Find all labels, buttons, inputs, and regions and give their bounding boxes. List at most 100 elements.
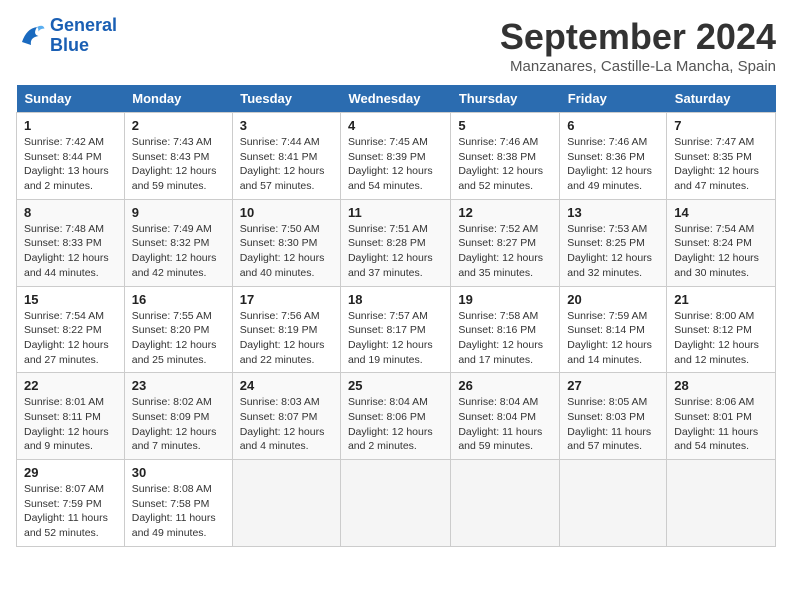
day-number: 12 [458,205,552,220]
header-cell-wednesday: Wednesday [340,85,450,113]
header-cell-thursday: Thursday [451,85,560,113]
day-number: 5 [458,118,552,133]
day-info: Sunrise: 7:54 AM Sunset: 8:22 PM Dayligh… [24,309,117,368]
calendar-cell: 10 Sunrise: 7:50 AM Sunset: 8:30 PM Dayli… [232,199,340,286]
calendar-cell: 7 Sunrise: 7:47 AM Sunset: 8:35 PM Daylig… [667,113,776,200]
calendar-subtitle: Manzanares, Castille-La Mancha, Spain [500,58,776,75]
day-number: 13 [567,205,659,220]
day-number: 21 [674,292,768,307]
day-number: 29 [24,465,117,480]
calendar-cell: 29 Sunrise: 8:07 AM Sunset: 7:59 PM Dayli… [17,460,125,547]
day-info: Sunrise: 7:52 AM Sunset: 8:27 PM Dayligh… [458,222,552,281]
calendar-cell: 15 Sunrise: 7:54 AM Sunset: 8:22 PM Dayli… [17,286,125,373]
calendar-cell: 8Sunrise: 7:48 AM Sunset: 8:33 PM Daylig… [17,199,125,286]
calendar-cell: 2Sunrise: 7:43 AM Sunset: 8:43 PM Daylig… [124,113,232,200]
calendar-cell: 11 Sunrise: 7:51 AM Sunset: 8:28 PM Dayli… [340,199,450,286]
calendar-cell: 17Sunrise: 7:56 AM Sunset: 8:19 PM Dayli… [232,286,340,373]
calendar-cell [667,460,776,547]
day-number: 7 [674,118,768,133]
day-info: Sunrise: 7:46 AM Sunset: 8:36 PM Dayligh… [567,135,659,194]
header-cell-friday: Friday [560,85,667,113]
day-info: Sunrise: 7:44 AM Sunset: 8:41 PM Dayligh… [240,135,333,194]
day-info: Sunrise: 7:53 AM Sunset: 8:25 PM Dayligh… [567,222,659,281]
day-info: Sunrise: 7:49 AM Sunset: 8:32 PM Dayligh… [132,222,225,281]
day-info: Sunrise: 8:04 AM Sunset: 8:06 PM Dayligh… [348,395,443,454]
day-number: 26 [458,378,552,393]
day-number: 10 [240,205,333,220]
day-info: Sunrise: 7:58 AM Sunset: 8:16 PM Dayligh… [458,309,552,368]
calendar-cell: 20 Sunrise: 7:59 AM Sunset: 8:14 PM Dayli… [560,286,667,373]
day-info: Sunrise: 8:08 AM Sunset: 7:58 PM Dayligh… [132,482,225,541]
day-number: 15 [24,292,117,307]
calendar-cell: 19 Sunrise: 7:58 AM Sunset: 8:16 PM Dayli… [451,286,560,373]
day-number: 14 [674,205,768,220]
calendar-cell: 27 Sunrise: 8:05 AM Sunset: 8:03 PM Dayli… [560,373,667,460]
calendar-cell: 13 Sunrise: 7:53 AM Sunset: 8:25 PM Dayli… [560,199,667,286]
day-info: Sunrise: 7:42 AM Sunset: 8:44 PM Dayligh… [24,135,117,194]
calendar-cell [451,460,560,547]
day-info: Sunrise: 8:07 AM Sunset: 7:59 PM Dayligh… [24,482,117,541]
day-info: Sunrise: 7:55 AM Sunset: 8:20 PM Dayligh… [132,309,225,368]
day-number: 25 [348,378,443,393]
header-cell-sunday: Sunday [17,85,125,113]
calendar-week-3: 15 Sunrise: 7:54 AM Sunset: 8:22 PM Dayli… [17,286,776,373]
day-number: 20 [567,292,659,307]
calendar-cell: 23 Sunrise: 8:02 AM Sunset: 8:09 PM Dayli… [124,373,232,460]
day-number: 16 [132,292,225,307]
calendar-cell [232,460,340,547]
day-info: Sunrise: 7:59 AM Sunset: 8:14 PM Dayligh… [567,309,659,368]
day-info: Sunrise: 8:02 AM Sunset: 8:09 PM Dayligh… [132,395,225,454]
day-info: Sunrise: 8:00 AM Sunset: 8:12 PM Dayligh… [674,309,768,368]
day-number: 18 [348,292,443,307]
calendar-table: SundayMondayTuesdayWednesdayThursdayFrid… [16,85,776,547]
day-info: Sunrise: 7:54 AM Sunset: 8:24 PM Dayligh… [674,222,768,281]
calendar-cell: 12 Sunrise: 7:52 AM Sunset: 8:27 PM Dayli… [451,199,560,286]
day-info: Sunrise: 8:04 AM Sunset: 8:04 PM Dayligh… [458,395,552,454]
day-number: 9 [132,205,225,220]
calendar-cell: 16 Sunrise: 7:55 AM Sunset: 8:20 PM Dayli… [124,286,232,373]
logo-line1: General [50,15,117,35]
calendar-cell: 30Sunrise: 8:08 AM Sunset: 7:58 PM Dayli… [124,460,232,547]
calendar-cell: 22Sunrise: 8:01 AM Sunset: 8:11 PM Dayli… [17,373,125,460]
header-row: SundayMondayTuesdayWednesdayThursdayFrid… [17,85,776,113]
calendar-cell [340,460,450,547]
day-info: Sunrise: 8:03 AM Sunset: 8:07 PM Dayligh… [240,395,333,454]
day-number: 6 [567,118,659,133]
header-cell-monday: Monday [124,85,232,113]
calendar-cell: 28 Sunrise: 8:06 AM Sunset: 8:01 PM Dayli… [667,373,776,460]
day-number: 24 [240,378,333,393]
calendar-cell: 6 Sunrise: 7:46 AM Sunset: 8:36 PM Daylig… [560,113,667,200]
day-info: Sunrise: 7:51 AM Sunset: 8:28 PM Dayligh… [348,222,443,281]
day-info: Sunrise: 7:46 AM Sunset: 8:38 PM Dayligh… [458,135,552,194]
day-number: 11 [348,205,443,220]
day-number: 28 [674,378,768,393]
day-number: 23 [132,378,225,393]
header-cell-saturday: Saturday [667,85,776,113]
day-number: 1 [24,118,117,133]
calendar-cell [560,460,667,547]
day-info: Sunrise: 8:06 AM Sunset: 8:01 PM Dayligh… [674,395,768,454]
header-cell-tuesday: Tuesday [232,85,340,113]
day-number: 8 [24,205,117,220]
day-number: 3 [240,118,333,133]
day-info: Sunrise: 7:50 AM Sunset: 8:30 PM Dayligh… [240,222,333,281]
calendar-week-4: 22Sunrise: 8:01 AM Sunset: 8:11 PM Dayli… [17,373,776,460]
day-number: 27 [567,378,659,393]
day-number: 2 [132,118,225,133]
calendar-title: September 2024 [500,16,776,58]
calendar-cell: 14 Sunrise: 7:54 AM Sunset: 8:24 PM Dayli… [667,199,776,286]
calendar-cell: 25 Sunrise: 8:04 AM Sunset: 8:06 PM Dayli… [340,373,450,460]
logo: General Blue [16,16,117,56]
day-number: 19 [458,292,552,307]
day-number: 22 [24,378,117,393]
day-info: Sunrise: 7:45 AM Sunset: 8:39 PM Dayligh… [348,135,443,194]
day-info: Sunrise: 8:05 AM Sunset: 8:03 PM Dayligh… [567,395,659,454]
day-number: 4 [348,118,443,133]
calendar-cell: 24 Sunrise: 8:03 AM Sunset: 8:07 PM Dayli… [232,373,340,460]
logo-text: General Blue [50,16,117,56]
day-info: Sunrise: 7:57 AM Sunset: 8:17 PM Dayligh… [348,309,443,368]
page-header: General Blue September 2024 Manzanares, … [16,16,776,75]
day-number: 17 [240,292,333,307]
calendar-cell: 21 Sunrise: 8:00 AM Sunset: 8:12 PM Dayli… [667,286,776,373]
day-info: Sunrise: 7:47 AM Sunset: 8:35 PM Dayligh… [674,135,768,194]
